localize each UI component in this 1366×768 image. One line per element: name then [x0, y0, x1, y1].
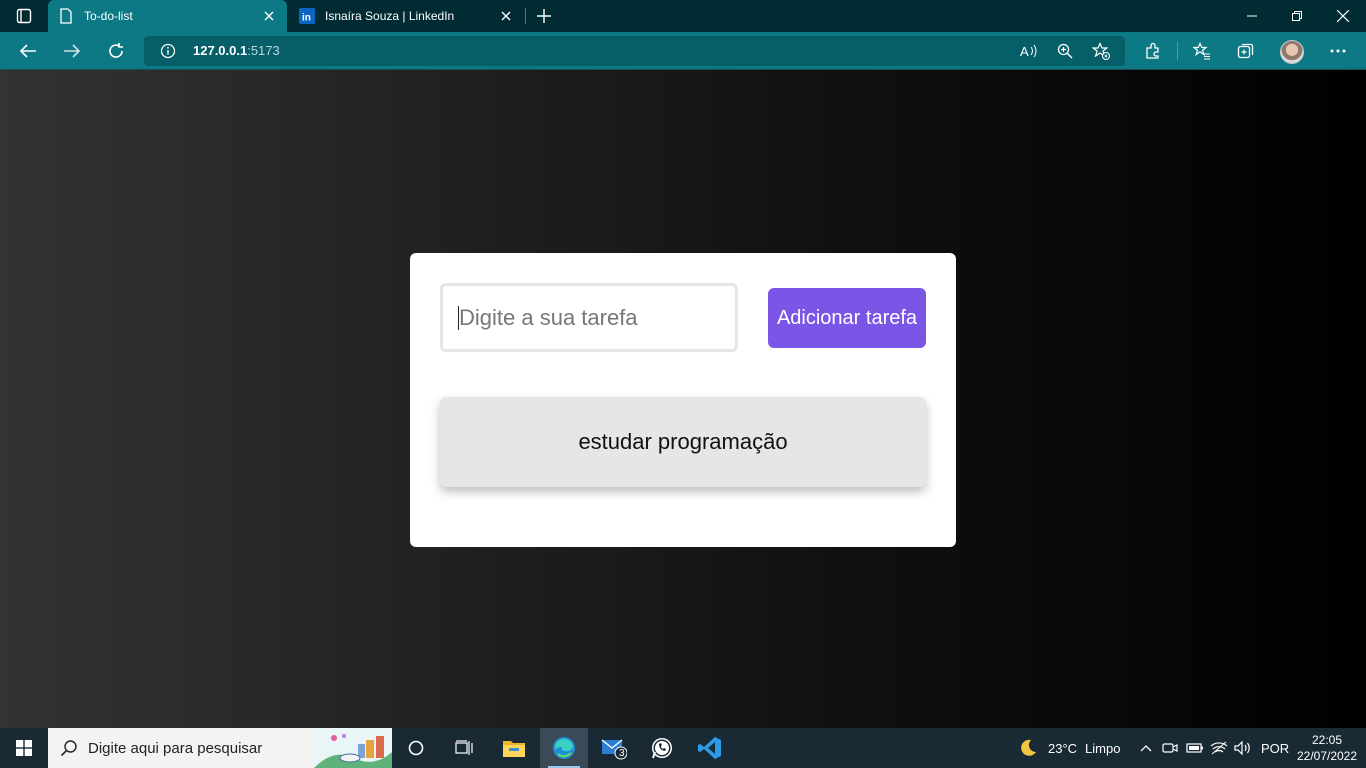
search-placeholder: Digite aqui para pesquisar — [88, 740, 263, 757]
file-explorer-icon[interactable] — [490, 728, 538, 768]
task-input[interactable] — [440, 283, 738, 352]
restore-icon[interactable] — [1274, 0, 1320, 32]
linkedin-icon: in — [299, 8, 315, 24]
toolbar-separator — [1177, 42, 1178, 60]
text-caret — [458, 306, 459, 330]
minimize-icon[interactable] — [1229, 0, 1275, 32]
system-clock[interactable]: 22:05 22/07/2022 — [1296, 732, 1358, 764]
more-options-icon[interactable] — [1322, 35, 1354, 67]
whatsapp-icon[interactable] — [638, 728, 686, 768]
windows-taskbar: Digite aqui para pesquisar 3 23°C Limpo … — [0, 728, 1366, 768]
favorites-icon[interactable] — [1186, 35, 1218, 67]
url-host: 127.0.0.1 — [193, 43, 248, 58]
task-item[interactable]: estudar programação — [440, 397, 926, 487]
cortana-icon[interactable] — [392, 728, 440, 768]
add-favorite-icon[interactable] — [1092, 42, 1110, 60]
weather-widget[interactable]: 23°C Limpo — [1016, 728, 1120, 768]
url-text[interactable]: 127.0.0.1:5173 — [193, 43, 280, 58]
weather-condition: Limpo — [1085, 740, 1121, 756]
browser-toolbar: 127.0.0.1:5173 A — [0, 32, 1366, 70]
tab-title: Isnaíra Souza | LinkedIn — [325, 9, 455, 23]
tab-actions-icon[interactable] — [8, 4, 40, 28]
svg-text:A: A — [1020, 44, 1029, 59]
taskbar-search-box[interactable]: Digite aqui para pesquisar — [48, 728, 392, 768]
windows-start-icon[interactable] — [0, 728, 48, 768]
extensions-icon[interactable] — [1137, 35, 1169, 67]
close-tab-icon[interactable] — [498, 8, 514, 24]
url-port: :5173 — [247, 43, 280, 58]
wifi-icon[interactable] — [1210, 728, 1228, 768]
page-viewport: Adicionar tarefa estudar programação — [0, 70, 1366, 728]
read-aloud-icon[interactable]: A — [1020, 42, 1038, 60]
new-tab-icon[interactable] — [533, 4, 555, 28]
refresh-icon[interactable] — [100, 35, 132, 67]
volume-icon[interactable] — [1234, 728, 1252, 768]
input-language[interactable]: POR — [1261, 728, 1289, 768]
todo-card: Adicionar tarefa estudar programação — [410, 253, 956, 547]
mail-icon[interactable]: 3 — [590, 728, 638, 768]
tab-title: To-do-list — [84, 9, 133, 23]
clock-date: 22/07/2022 — [1296, 749, 1358, 763]
show-hidden-icons[interactable] — [1140, 728, 1152, 768]
mail-badge-count: 3 — [619, 748, 625, 759]
browser-tab-strip: To-do-list in Isnaíra Souza | LinkedIn — [0, 0, 1366, 32]
profile-avatar[interactable] — [1280, 40, 1304, 64]
document-icon — [58, 8, 74, 24]
address-bar[interactable]: 127.0.0.1:5173 A — [144, 36, 1125, 66]
close-tab-icon[interactable] — [261, 8, 277, 24]
add-task-button[interactable]: Adicionar tarefa — [768, 288, 926, 348]
tab-separator — [525, 8, 526, 24]
vscode-icon[interactable] — [686, 728, 734, 768]
search-icon — [60, 739, 78, 757]
task-view-icon[interactable] — [440, 728, 488, 768]
zoom-icon[interactable] — [1056, 42, 1074, 60]
search-highlight-illustration — [314, 728, 392, 768]
weather-temp: 23°C — [1048, 740, 1078, 756]
moon-icon — [1016, 736, 1040, 760]
tab-todo-list[interactable]: To-do-list — [48, 0, 287, 32]
back-icon[interactable] — [12, 35, 44, 67]
meet-now-icon[interactable] — [1162, 728, 1178, 768]
site-info-icon[interactable] — [160, 43, 176, 59]
close-window-icon[interactable] — [1320, 0, 1366, 32]
edge-icon[interactable] — [540, 728, 588, 768]
battery-icon[interactable] — [1186, 728, 1204, 768]
clock-time: 22:05 — [1311, 733, 1343, 747]
forward-icon[interactable] — [56, 35, 88, 67]
svg-text:in: in — [302, 13, 311, 24]
tab-linkedin[interactable]: in Isnaíra Souza | LinkedIn — [289, 0, 524, 32]
collections-icon[interactable] — [1230, 35, 1262, 67]
